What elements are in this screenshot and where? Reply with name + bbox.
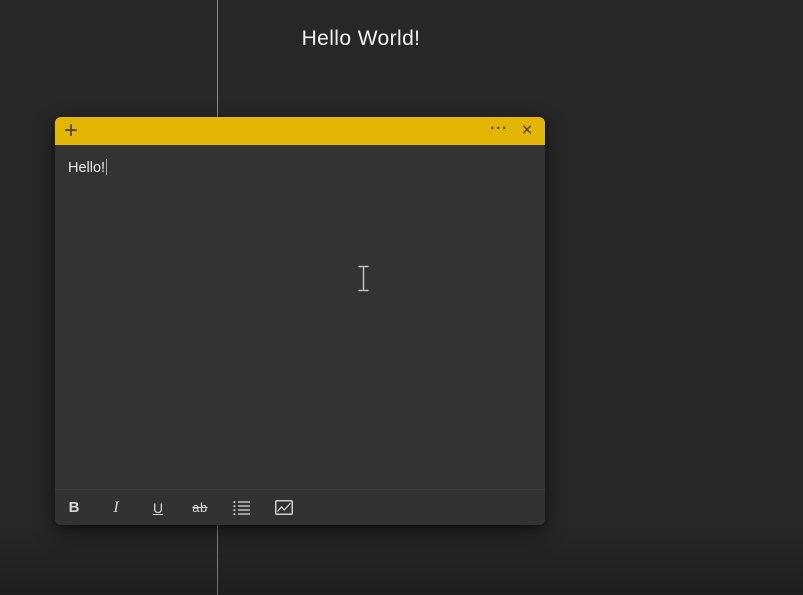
- bottom-shade: [0, 525, 803, 595]
- note-editor[interactable]: Hello!: [55, 145, 545, 489]
- strikethrough-icon: ab: [192, 500, 207, 515]
- bold-button[interactable]: B: [60, 494, 88, 522]
- italic-button[interactable]: I: [102, 494, 130, 522]
- insert-image-icon: [275, 500, 293, 515]
- ellipsis-icon: ···: [490, 124, 508, 134]
- insert-image-button[interactable]: [270, 494, 298, 522]
- italic-icon: I: [113, 499, 118, 517]
- page-heading: Hello World!: [302, 27, 421, 51]
- plus-icon: +: [64, 119, 78, 143]
- note-titlebar[interactable]: + ··· ×: [55, 117, 545, 145]
- text-caret: [106, 159, 107, 175]
- bold-icon: B: [69, 499, 80, 516]
- new-note-button[interactable]: +: [57, 117, 85, 145]
- underline-button[interactable]: U: [144, 494, 172, 522]
- close-icon: ×: [521, 120, 532, 142]
- ibeam-cursor: [357, 265, 370, 292]
- bullet-list-button[interactable]: [228, 494, 256, 522]
- bullet-list-icon: [233, 500, 251, 516]
- note-text: Hello!: [68, 160, 105, 176]
- more-options-button[interactable]: ···: [485, 117, 513, 145]
- sticky-note-window: + ··· × Hello! B I U: [55, 117, 545, 525]
- underline-icon: U: [153, 500, 163, 516]
- close-note-button[interactable]: ×: [513, 117, 541, 145]
- formatting-toolbar: B I U ab: [55, 489, 545, 525]
- strikethrough-button[interactable]: ab: [186, 494, 214, 522]
- desktop: { "desktop": { "heading": "Hello World!"…: [0, 0, 803, 595]
